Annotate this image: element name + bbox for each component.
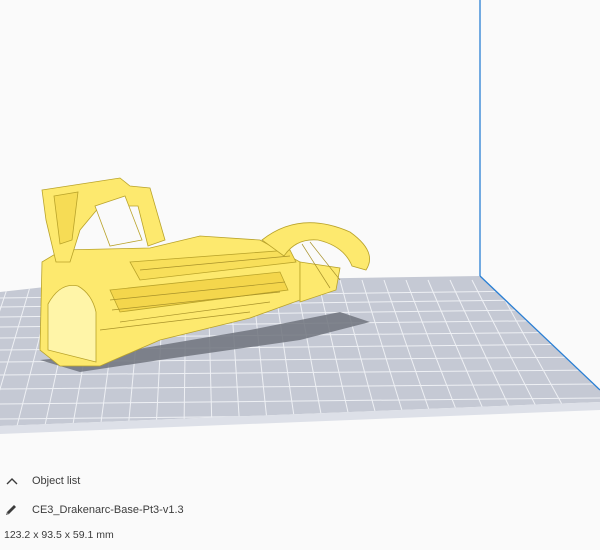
object-list-toggle[interactable]: Object list xyxy=(6,475,80,487)
object-name-row: CE3_Drakenarc-Base-Pt3-v1.3 xyxy=(4,503,184,517)
pencil-icon[interactable] xyxy=(4,503,18,517)
object-list-panel: Object list CE3_Drakenarc-Base-Pt3-v1.3 … xyxy=(0,465,600,550)
object-name[interactable]: CE3_Drakenarc-Base-Pt3-v1.3 xyxy=(32,504,184,516)
object-dimensions: 123.2 x 93.5 x 59.1 mm xyxy=(4,529,114,541)
chevron-up-icon[interactable] xyxy=(6,477,18,485)
object-list-label: Object list xyxy=(32,475,81,487)
